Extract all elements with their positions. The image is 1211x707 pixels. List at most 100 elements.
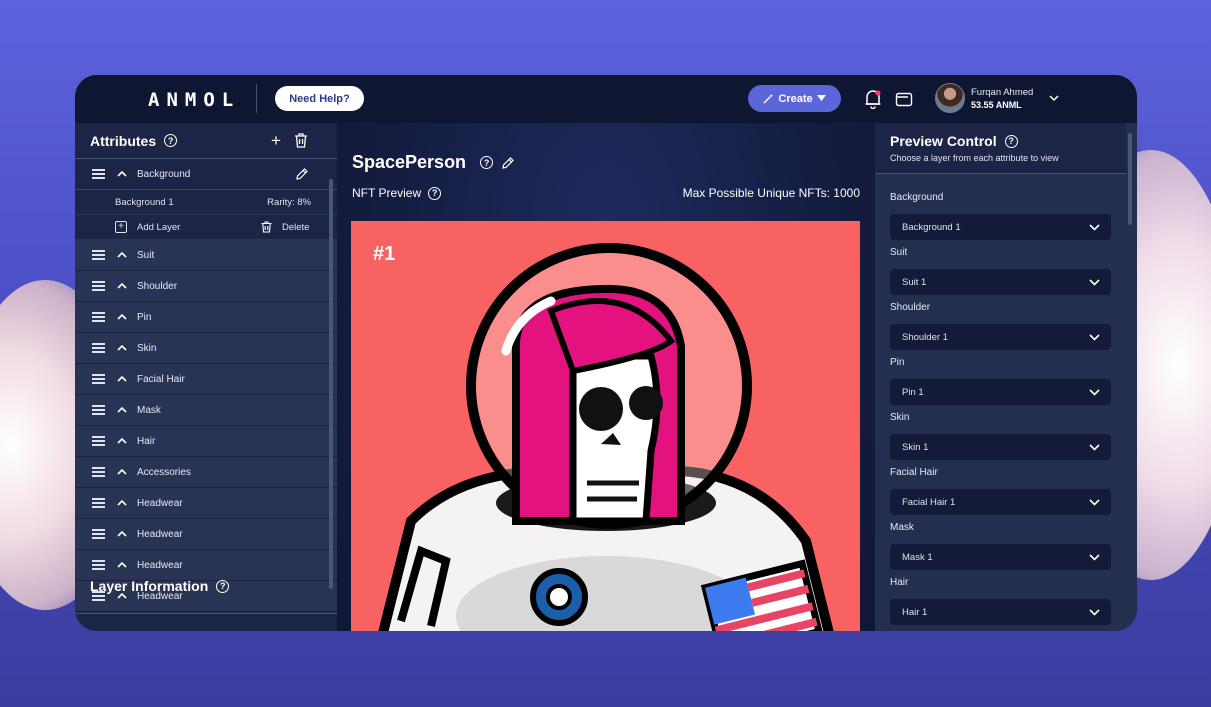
layer-information-heading: Layer Information ?	[90, 578, 230, 594]
attribute-list: Suit Shoulder Pin Skin Facial Hair Mask Hair Ac…	[75, 240, 337, 612]
layer-select-value: Shoulder 1	[902, 331, 948, 343]
logo[interactable]: ANMOL	[148, 89, 240, 111]
chevron-down-icon	[1089, 334, 1100, 341]
attributes-header: Attributes ? +	[75, 123, 337, 159]
chevron-up-icon[interactable]	[117, 405, 127, 415]
attribute-row[interactable]: Headwear	[75, 488, 337, 519]
chevron-up-icon[interactable]	[117, 312, 127, 322]
attribute-row[interactable]: Headwear	[75, 519, 337, 550]
chevron-down-icon	[1089, 554, 1100, 561]
trash-icon[interactable]	[294, 133, 308, 148]
control-label: Suit	[890, 247, 908, 258]
layer-select[interactable]: Skin 1	[890, 434, 1111, 460]
layer-select-value: Hair 1	[902, 606, 928, 618]
create-button[interactable]: Create	[748, 85, 841, 112]
drag-handle-icon[interactable]	[92, 436, 105, 446]
chevron-up-icon[interactable]	[117, 436, 127, 446]
drag-handle-icon[interactable]	[92, 529, 105, 539]
create-button-label: Create	[778, 92, 813, 105]
attribute-row[interactable]: Hair	[75, 426, 337, 457]
attributes-title: Attributes	[90, 132, 157, 149]
chevron-up-icon[interactable]	[117, 498, 127, 508]
drag-handle-icon[interactable]	[92, 374, 105, 384]
wallet-icon[interactable]	[895, 90, 913, 108]
trash-icon[interactable]	[261, 221, 272, 233]
help-icon[interactable]: ?	[428, 186, 442, 200]
chevron-up-icon[interactable]	[117, 560, 127, 570]
control-label: Shoulder	[890, 302, 931, 313]
attribute-row[interactable]: Skin	[75, 333, 337, 364]
drag-handle-icon[interactable]	[92, 169, 105, 179]
chevron-up-icon[interactable]	[117, 529, 127, 539]
preview-control-title: Preview Control	[890, 133, 997, 149]
layer-select[interactable]: Background 1	[890, 214, 1111, 240]
attribute-row-background[interactable]: Background	[75, 159, 337, 190]
collection-title: SpacePerson ?	[352, 152, 514, 173]
attribute-label: Headwear	[137, 559, 183, 571]
attribute-label: Hair	[137, 435, 156, 447]
layer-select-value: Skin 1	[902, 441, 929, 453]
preview-control-title-row: Preview Control ?	[890, 133, 1018, 149]
chevron-down-icon	[1089, 444, 1100, 451]
control-label: Mask	[890, 522, 914, 533]
chevron-up-icon[interactable]	[117, 467, 127, 477]
layer-select[interactable]: Shoulder 1	[890, 324, 1111, 350]
drag-handle-icon[interactable]	[92, 498, 105, 508]
help-icon[interactable]: ?	[480, 156, 494, 169]
layer-select-value: Mask 1	[902, 551, 933, 563]
control-label: Pin	[890, 357, 905, 368]
divider	[256, 84, 257, 113]
help-icon[interactable]: ?	[1004, 134, 1018, 148]
layer-rarity: Rarity: 8%	[267, 196, 311, 208]
chevron-up-icon[interactable]	[117, 169, 127, 179]
chevron-down-icon[interactable]	[1048, 92, 1060, 104]
need-help-button[interactable]: Need Help?	[275, 86, 364, 111]
attribute-row[interactable]: Suit	[75, 240, 337, 271]
avatar[interactable]	[935, 83, 965, 113]
attribute-label: Background	[137, 168, 191, 180]
scrollbar[interactable]	[329, 179, 333, 589]
drag-handle-icon[interactable]	[92, 467, 105, 477]
attribute-row[interactable]: Accessories	[75, 457, 337, 488]
chevron-up-icon[interactable]	[117, 250, 127, 260]
layer-actions-row: + Add Layer Delete	[75, 215, 337, 240]
pencil-icon[interactable]	[502, 156, 514, 169]
drag-handle-icon[interactable]	[92, 312, 105, 322]
attribute-label: Suit	[137, 249, 155, 261]
attribute-row[interactable]: Headwear	[75, 550, 337, 581]
layer-select[interactable]: Hair 1	[890, 599, 1111, 625]
attribute-row[interactable]: Pin	[75, 302, 337, 333]
layer-select-value: Background 1	[902, 221, 961, 233]
layer-row[interactable]: Background 1 Rarity: 8%	[75, 190, 337, 215]
pencil-icon[interactable]	[296, 168, 308, 180]
chevron-up-icon[interactable]	[117, 343, 127, 353]
add-layer-button[interactable]: Add Layer	[137, 222, 180, 233]
attribute-row[interactable]: Mask	[75, 395, 337, 426]
notification-bell-icon[interactable]	[864, 89, 882, 109]
add-attribute-icon[interactable]: +	[271, 132, 281, 149]
wand-icon	[763, 93, 774, 104]
preview-control-header: Preview Control ? Choose a layer from ea…	[875, 123, 1126, 174]
drag-handle-icon[interactable]	[92, 560, 105, 570]
drag-handle-icon[interactable]	[92, 281, 105, 291]
delete-layer-button[interactable]: Delete	[282, 222, 309, 233]
app-window: ANMOL Need Help? Create Furqan Ahmed 53.…	[75, 75, 1137, 631]
drag-handle-icon[interactable]	[92, 343, 105, 353]
chevron-up-icon[interactable]	[117, 374, 127, 384]
help-icon[interactable]: ?	[164, 134, 178, 147]
add-layer-icon[interactable]: +	[115, 221, 127, 233]
layer-select[interactable]: Mask 1	[890, 544, 1111, 570]
chevron-up-icon[interactable]	[117, 281, 127, 291]
help-icon[interactable]: ?	[216, 579, 230, 593]
preview-control-panel: Preview Control ? Choose a layer from ea…	[875, 123, 1137, 631]
scrollbar[interactable]	[1128, 133, 1132, 225]
layer-select[interactable]: Suit 1	[890, 269, 1111, 295]
drag-handle-icon[interactable]	[92, 250, 105, 260]
nft-artwork: #1	[351, 221, 860, 631]
attribute-row[interactable]: Shoulder	[75, 271, 337, 302]
attribute-label: Skin	[137, 342, 157, 354]
drag-handle-icon[interactable]	[92, 405, 105, 415]
layer-select[interactable]: Facial Hair 1	[890, 489, 1111, 515]
layer-select[interactable]: Pin 1	[890, 379, 1111, 405]
attribute-row[interactable]: Facial Hair	[75, 364, 337, 395]
